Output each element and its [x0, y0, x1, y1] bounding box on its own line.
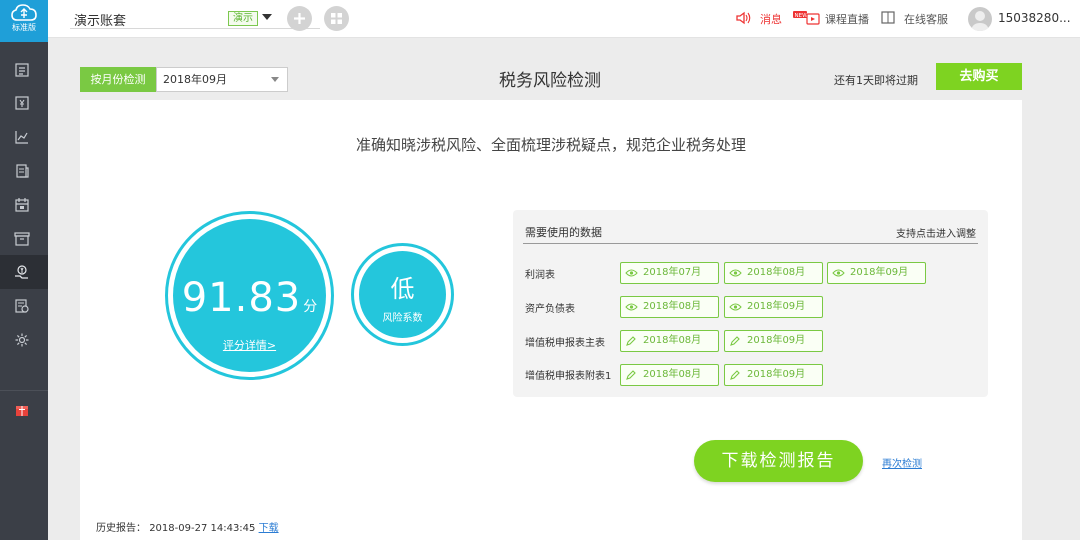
data-chip[interactable]: 2018年08月	[620, 330, 719, 352]
history-time: 2018-09-27 14:43:45	[149, 523, 256, 534]
month-select-value: 2018年09月	[163, 73, 227, 86]
tax-hand-icon[interactable]	[14, 264, 30, 280]
history-download-link[interactable]: 下载	[259, 523, 279, 534]
edition-label: 标准版	[12, 23, 36, 32]
chip-label: 2018年09月	[850, 267, 909, 278]
data-panel-divider	[523, 243, 978, 244]
adjust-hint: 支持点击进入调整	[896, 229, 976, 240]
account-selector[interactable]: 演示账套	[74, 10, 126, 29]
data-chip[interactable]: 2018年09月	[724, 364, 823, 386]
score-value: 91.83	[181, 275, 302, 321]
demo-badge: 演示	[228, 11, 258, 26]
user-id[interactable]: 15038280...	[998, 11, 1071, 25]
month-mode-label: 按月份检测	[80, 67, 156, 92]
data-chip[interactable]: 2018年08月	[620, 296, 719, 318]
sidebar-divider	[0, 390, 48, 391]
download-report-button[interactable]: 下载检测报告	[694, 440, 863, 482]
chevron-down-icon	[271, 77, 279, 82]
calendar-icon[interactable]	[14, 197, 30, 213]
pencil-icon	[730, 370, 740, 380]
online-support-link[interactable]: 在线客服	[904, 11, 948, 27]
main-panel: 准确知晓涉税风险、全面梳理涉税疑点，规范企业税务处理 91.83 分 评分详情> …	[80, 100, 1022, 540]
row-label-income-statement: 利润表	[525, 270, 555, 281]
eye-icon	[625, 303, 638, 311]
book-icon[interactable]	[881, 10, 895, 26]
ledger-icon[interactable]	[14, 163, 30, 179]
chip-label: 2018年09月	[747, 301, 806, 312]
chart-icon[interactable]	[14, 129, 30, 145]
risk-gauge: 低 风险系数	[351, 243, 454, 346]
data-chip[interactable]: 2018年09月	[827, 262, 926, 284]
required-data-panel: 需要使用的数据 支持点击进入调整 利润表 2018年07月 2018年08月 2…	[513, 210, 988, 397]
eye-icon	[729, 269, 742, 277]
risk-label: 风险系数	[382, 313, 423, 324]
archive-icon[interactable]	[14, 231, 30, 247]
recheck-link[interactable]: 再次检测	[882, 455, 922, 470]
avatar[interactable]	[968, 7, 992, 31]
chip-label: 2018年08月	[643, 335, 702, 346]
row-label-vat-main: 增值税申报表主表	[525, 338, 605, 349]
tagline: 准确知晓涉税风险、全面梳理涉税疑点，规范企业税务处理	[355, 136, 746, 154]
pencil-icon	[730, 336, 740, 346]
page-title: 税务风险检测	[499, 71, 601, 91]
month-select[interactable]: 2018年09月	[156, 67, 288, 92]
user-icon	[971, 11, 989, 31]
gift-icon[interactable]	[14, 402, 30, 418]
score-unit: 分	[303, 299, 318, 315]
chip-label: 2018年08月	[643, 369, 702, 380]
pencil-icon	[626, 336, 636, 346]
grid-icon	[331, 13, 342, 24]
chip-label: 2018年09月	[747, 369, 806, 380]
account-underline	[70, 28, 320, 29]
data-chip[interactable]: 2018年09月	[724, 296, 823, 318]
chip-label: 2018年08月	[747, 267, 806, 278]
score-gauge: 91.83 分 评分详情>	[165, 211, 334, 380]
grid-menu-button[interactable]	[324, 6, 349, 31]
speaker-icon[interactable]	[735, 10, 751, 26]
data-chip[interactable]: 2018年07月	[620, 262, 719, 284]
risk-inner: 低 风险系数	[359, 251, 446, 338]
data-chip[interactable]: 2018年09月	[724, 330, 823, 352]
cloud-logo-icon	[11, 4, 37, 21]
live-course-link[interactable]: 课程直播	[825, 11, 869, 27]
history-report: 历史报告： 2018-09-27 14:43:45 下载	[96, 519, 279, 534]
history-label: 历史报告：	[96, 523, 146, 534]
chip-label: 2018年09月	[747, 335, 806, 346]
score-inner: 91.83 分 评分详情>	[173, 219, 326, 372]
score-detail-link[interactable]: 评分详情>	[173, 337, 326, 353]
report-icon[interactable]	[14, 298, 30, 314]
add-account-button[interactable]	[287, 6, 312, 31]
eye-icon	[625, 269, 638, 277]
chip-label: 2018年07月	[643, 267, 702, 278]
eye-icon	[832, 269, 845, 277]
eye-icon	[729, 303, 742, 311]
svg-text:NEW: NEW	[795, 13, 809, 19]
app-logo[interactable]: 标准版	[0, 0, 48, 42]
expire-notice: 还有1天即将过期	[834, 74, 918, 87]
messages-link[interactable]: 消息	[760, 11, 782, 27]
yuan-document-icon[interactable]	[14, 95, 30, 111]
live-tv-icon[interactable]: NEW	[793, 10, 821, 26]
data-chip[interactable]: 2018年08月	[724, 262, 823, 284]
plus-icon	[294, 13, 305, 24]
score-value-group: 91.83 分	[173, 275, 326, 321]
account-dropdown-icon[interactable]	[262, 14, 272, 20]
top-bar: 演示账套 演示 消息 NEW 课程直播 在线客服 15038280...	[48, 0, 1080, 38]
buy-button[interactable]: 去购买	[936, 63, 1022, 90]
data-chip[interactable]: 2018年08月	[620, 364, 719, 386]
chip-label: 2018年08月	[643, 301, 702, 312]
row-label-balance-sheet: 资产负债表	[525, 304, 575, 315]
voucher-icon[interactable]	[14, 62, 30, 78]
sidebar: 标准版	[0, 0, 48, 540]
pencil-icon	[626, 370, 636, 380]
row-label-vat-attachment: 增值税申报表附表1	[525, 371, 612, 382]
required-data-title: 需要使用的数据	[525, 226, 602, 239]
settings-icon[interactable]	[14, 332, 30, 348]
risk-level: 低	[390, 275, 415, 303]
